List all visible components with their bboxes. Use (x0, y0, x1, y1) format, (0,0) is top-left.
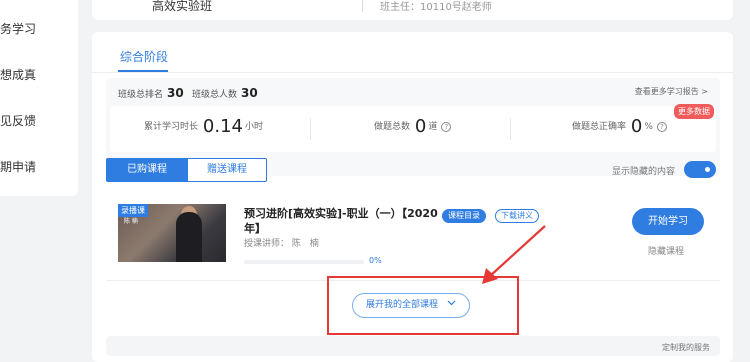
sidebar-item-feedback[interactable]: 见反馈 (0, 112, 36, 129)
hide-course-link[interactable]: 隐藏课程 (648, 244, 684, 257)
class-rank: 班级总排名 30 (118, 86, 184, 100)
course-catalog-button[interactable]: 课程目录 (442, 209, 486, 223)
accuracy: 做题总正确率 0%? (572, 116, 667, 137)
accuracy-value: 0 (630, 116, 643, 137)
accuracy-label: 做题总正确率 (572, 122, 627, 132)
duration-label: 累计学习时长 (144, 122, 199, 132)
download-handout-button[interactable]: 下载讲义 (495, 209, 539, 223)
duration-unit: 小时 (244, 122, 263, 132)
more-data-badge[interactable]: 更多数据 (674, 104, 714, 119)
toggle-knob (702, 164, 713, 175)
tab-purchased[interactable]: 已购课程 (106, 158, 188, 182)
course-lecturer: 授课讲师： 陈 楠 (244, 239, 319, 249)
divider (510, 118, 511, 140)
start-learning-button[interactable]: 开始学习 (632, 208, 704, 235)
sidebar: 务学习 想成真 见反馈 期申请 (0, 0, 78, 196)
questions-value: 0 (414, 116, 427, 137)
duration-value: 0.14 (202, 116, 243, 137)
course-progress-bar (244, 260, 364, 264)
head-teacher: 班主任：10110号赵老师 (380, 2, 492, 13)
sidebar-item-study[interactable]: 务学习 (0, 20, 36, 37)
lecturer-photo (176, 212, 202, 262)
class-name: 高效实验班 (152, 0, 213, 13)
annotation-highlight-box (327, 276, 519, 335)
class-rank-value: 30 (167, 86, 184, 100)
accuracy-unit: % (644, 122, 653, 132)
class-total-label: 班级总人数 (192, 90, 238, 100)
tab-gifted[interactable]: 赠送课程 (187, 158, 267, 182)
class-info-card: 高效实验班 班主任：10110号赵老师 (92, 0, 733, 20)
questions-unit: 道 (428, 122, 438, 132)
sidebar-item-dream[interactable]: 想成真 (0, 66, 36, 83)
divider (310, 118, 311, 140)
stats-summary: 累计学习时长 0.14 小时 做题总数 0 道? 做题总正确率 0%? 更多数据 (110, 104, 716, 152)
recorded-tag: 录播课 (118, 204, 148, 217)
class-rank-label: 班级总排名 (118, 90, 164, 100)
sidebar-item-extension[interactable]: 期申请 (0, 158, 36, 175)
course-title[interactable]: 预习进阶[高效实验]-职业（一）【2020年】 (244, 206, 444, 236)
divider (92, 72, 733, 73)
help-icon[interactable]: ? (656, 122, 667, 132)
study-duration: 累计学习时长 0.14 小时 (144, 116, 263, 137)
custom-service-link[interactable]: 定制我的服务 (662, 342, 710, 353)
questions-total: 做题总数 0 道? (374, 116, 452, 137)
class-total: 班级总人数 30 (192, 86, 258, 100)
more-report-link[interactable]: 查看更多学习报告 > (635, 86, 708, 97)
show-hidden-label: 显示隐藏的内容 (612, 167, 676, 177)
help-icon[interactable]: ? (441, 122, 452, 132)
show-hidden-toggle[interactable] (684, 161, 716, 178)
class-total-value: 30 (241, 86, 258, 100)
tab-comprehensive-stage[interactable]: 综合阶段 (120, 48, 168, 65)
thumbnail-caption: 陈 楠 (124, 218, 138, 225)
course-thumbnail[interactable]: 录播课 陈 楠 (118, 204, 226, 262)
service-card: 定制我的服务 (106, 336, 720, 356)
questions-label: 做题总数 (374, 122, 411, 132)
divider (362, 0, 363, 12)
course-progress-label: 0% (369, 256, 382, 265)
